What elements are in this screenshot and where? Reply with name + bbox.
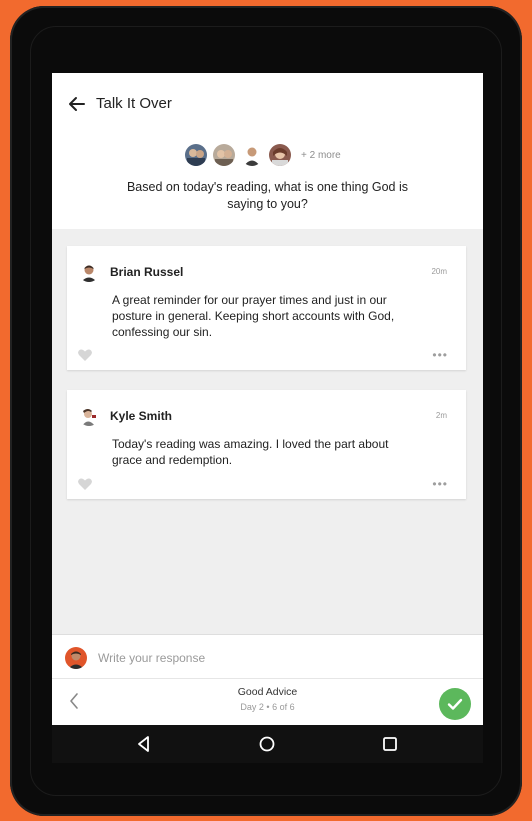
participant-avatar [241, 144, 263, 166]
discussion-header: Talk It Over + 2 more Based on today's r… [52, 73, 483, 229]
post-body: A great reminder for our prayer times an… [112, 293, 395, 339]
more-dots-icon[interactable]: ••• [432, 477, 448, 491]
post-card: Brian Russel 20m A great reminder for ou… [67, 246, 466, 370]
heart-icon[interactable] [77, 477, 93, 491]
participants-avatar-group[interactable]: + 2 more [185, 143, 341, 167]
square-recents-icon[interactable] [380, 734, 400, 754]
avatar[interactable] [79, 406, 99, 426]
triangle-back-icon[interactable] [134, 734, 154, 754]
post-timestamp: 20m [431, 267, 447, 276]
post-card: Kyle Smith 2m Today's reading was amazin… [67, 390, 466, 499]
check-circle-icon [447, 698, 463, 710]
response-composer [52, 634, 483, 679]
page-title: Talk It Over [96, 95, 172, 112]
avatar [65, 647, 87, 669]
heart-icon[interactable] [77, 348, 93, 362]
lesson-title: Good Advice [237, 686, 298, 698]
participant-avatar [213, 144, 235, 166]
discussion-question: Based on today's reading, what is one th… [126, 180, 409, 211]
circle-home-icon[interactable] [257, 734, 277, 754]
lesson-navigation: Good Advice Day 2 • 6 of 6 [52, 679, 483, 725]
participant-avatar [185, 144, 207, 166]
system-navigation-bar [52, 725, 483, 763]
post-author[interactable]: Kyle Smith [110, 409, 172, 423]
post-timestamp: 2m [435, 411, 447, 420]
participant-avatar [269, 144, 291, 166]
avatar[interactable] [79, 262, 99, 282]
more-participants-label: + 2 more [301, 149, 341, 161]
post-author[interactable]: Brian Russel [110, 265, 183, 279]
response-input[interactable] [98, 647, 458, 669]
app-screen: Talk It Over + 2 more Based on today's r… [52, 73, 483, 763]
arrow-left-icon[interactable] [66, 93, 88, 115]
lesson-progress: Day 2 • 6 of 6 [240, 702, 295, 712]
post-body: Today's reading was amazing. I loved the… [112, 437, 389, 467]
more-dots-icon[interactable]: ••• [432, 348, 448, 362]
complete-button[interactable] [439, 688, 471, 720]
